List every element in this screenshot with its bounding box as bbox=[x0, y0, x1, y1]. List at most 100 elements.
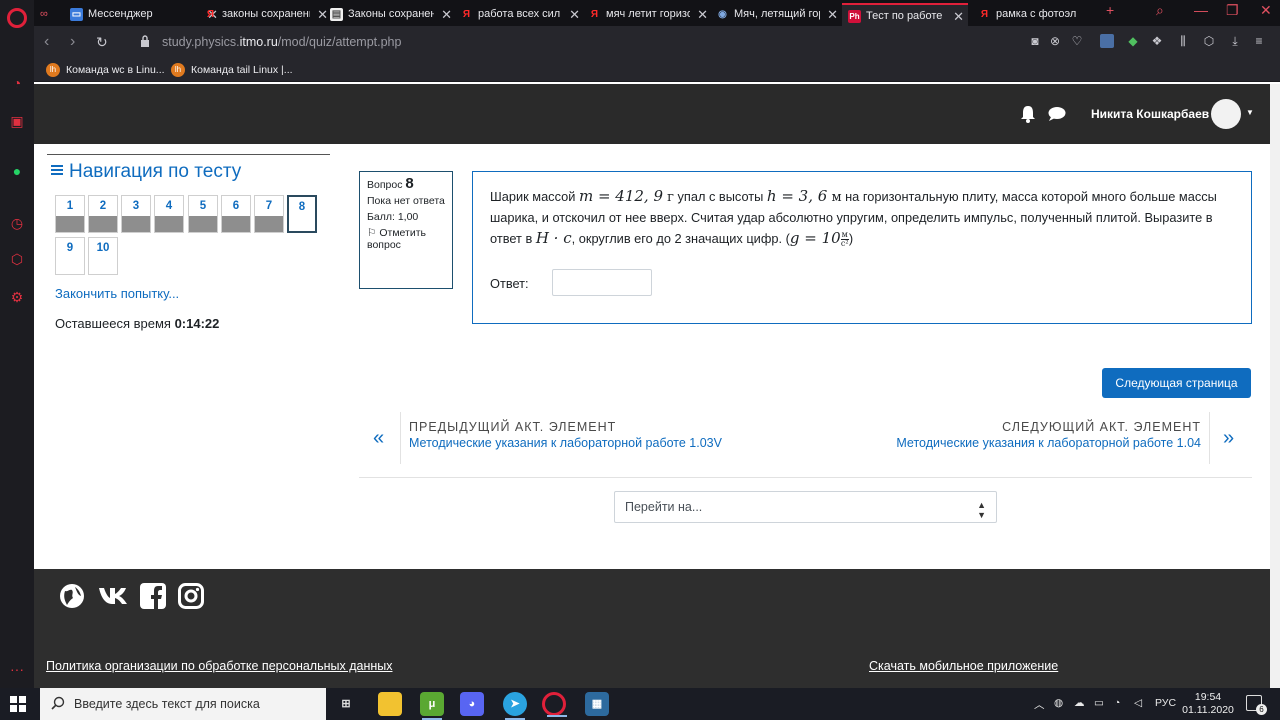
globe-icon[interactable] bbox=[59, 583, 85, 609]
user-name[interactable]: Никита Кошкарбаев bbox=[1091, 107, 1209, 121]
network-icon[interactable]: ◍ bbox=[1054, 697, 1063, 709]
next-page-button[interactable]: Следующая страница bbox=[1102, 368, 1251, 398]
more-options-icon[interactable]: ··· bbox=[8, 660, 26, 678]
yandex-icon: Я bbox=[980, 9, 989, 20]
close-tab-icon[interactable]: ✕ bbox=[827, 3, 838, 26]
settings-gear-icon[interactable]: ⚙ bbox=[8, 288, 26, 306]
volume-icon[interactable]: ◁ bbox=[1134, 697, 1142, 709]
taskbar-search[interactable]: Введите здесь текст для поиска bbox=[40, 688, 326, 720]
tab-yandex-2[interactable]: Яработа всех сил д ✕ bbox=[454, 3, 584, 26]
finish-attempt-link[interactable]: Закончить попытку... bbox=[55, 286, 179, 301]
discord-icon[interactable]: ◕ bbox=[460, 692, 484, 716]
vk-icon[interactable] bbox=[96, 586, 130, 606]
windows-start-icon[interactable] bbox=[10, 696, 26, 712]
restore-icon[interactable]: ❐ bbox=[1226, 2, 1239, 19]
quiz-nav-button-1[interactable]: 1 bbox=[55, 195, 85, 233]
search-tabs-icon[interactable]: ⌕ bbox=[1156, 2, 1164, 19]
flag-question-button[interactable]: ⚐ Отметить вопрос bbox=[367, 227, 445, 251]
quiz-nav-button-3[interactable]: 3 bbox=[121, 195, 151, 233]
privacy-policy-link[interactable]: Политика организации по обработке персон… bbox=[46, 659, 393, 673]
jump-to-select[interactable]: Перейти на... ▲ ▼ bbox=[614, 491, 997, 523]
tab-hidden[interactable]: ∞ bbox=[34, 3, 64, 26]
flag-icon: ⚐ bbox=[367, 227, 377, 239]
opera-sidebar: ◔ ▣ ● ◷ ⬡ ⚙ ··· bbox=[0, 0, 34, 688]
tab-active-quiz[interactable]: PhТест по работе 1.0✕ bbox=[842, 3, 968, 26]
close-tab-icon[interactable]: ✕ bbox=[569, 3, 580, 26]
speed-dial-icon[interactable]: ◔ bbox=[8, 74, 26, 92]
bookmark-tail[interactable]: lh Команда tail Linux |... bbox=[171, 62, 293, 78]
extension-2-icon[interactable]: ◆ bbox=[1126, 34, 1140, 48]
back-arrow-icon[interactable]: ‹ bbox=[44, 33, 49, 51]
minimize-icon[interactable]: — bbox=[1194, 2, 1208, 18]
site-footer: Политика организации по обработке персон… bbox=[34, 569, 1270, 688]
history-icon[interactable]: ◷ bbox=[8, 214, 26, 232]
tab-yandex-1[interactable]: Язаконы сохранения✕ bbox=[198, 3, 332, 26]
menu-icon[interactable]: ≡ bbox=[1252, 34, 1266, 48]
opera-logo-icon[interactable] bbox=[7, 8, 27, 28]
extensions-icon[interactable]: ⬡ bbox=[8, 250, 26, 268]
heart-icon[interactable]: ♡ bbox=[1070, 34, 1084, 48]
quiz-nav-button-9[interactable]: 9 bbox=[55, 237, 85, 275]
quiz-nav-button-7[interactable]: 7 bbox=[254, 195, 284, 233]
block-icon[interactable]: ⊗ bbox=[1048, 34, 1062, 48]
quiz-nav-button-4[interactable]: 4 bbox=[154, 195, 184, 233]
tab-document[interactable]: ▤Законы сохранения✕ bbox=[324, 3, 456, 26]
chevron-down-icon[interactable]: ▼ bbox=[1246, 108, 1254, 117]
tab-yandex-4[interactable]: Ярамка с фотоэлем bbox=[972, 3, 1098, 26]
download-icon[interactable]: ⤓ bbox=[1228, 34, 1242, 48]
quiz-nav-button-10[interactable]: 10 bbox=[88, 237, 118, 275]
url-path: /mod/quiz/attempt.php bbox=[277, 35, 402, 49]
quiz-nav-button-2[interactable]: 2 bbox=[88, 195, 118, 233]
clock[interactable]: 19:54 01.11.2020 bbox=[1182, 691, 1234, 717]
camera-icon[interactable]: ◙ bbox=[1028, 34, 1042, 48]
close-window-icon[interactable]: ✕ bbox=[1260, 2, 1272, 19]
next-activity-link[interactable]: Методические указания к лабораторной раб… bbox=[896, 436, 1201, 450]
reload-icon[interactable]: ↻ bbox=[96, 34, 108, 51]
quiz-nav-button-8[interactable]: 8 bbox=[287, 195, 317, 233]
gravity-expression: g = 10 bbox=[789, 229, 841, 247]
yandex-icon: Я bbox=[462, 9, 471, 20]
new-tab-icon[interactable]: + bbox=[1106, 2, 1114, 18]
divider bbox=[1209, 412, 1210, 464]
answer-field[interactable] bbox=[552, 269, 652, 296]
avatar[interactable] bbox=[1211, 99, 1241, 129]
close-tab-icon[interactable]: ✕ bbox=[953, 5, 964, 26]
quiz-nav-button-6[interactable]: 6 bbox=[221, 195, 251, 233]
twitch-icon[interactable]: ▣ bbox=[8, 112, 26, 130]
battery-icon[interactable]: ▭ bbox=[1094, 697, 1104, 709]
chat-icon[interactable] bbox=[1048, 106, 1066, 122]
equalizer-icon[interactable]: ⫼ bbox=[1176, 34, 1190, 48]
utorrent-icon[interactable]: μ bbox=[420, 692, 444, 720]
lh-icon: lh bbox=[46, 63, 60, 77]
opera-icon[interactable] bbox=[542, 692, 567, 717]
language-indicator[interactable]: РУС bbox=[1155, 697, 1176, 709]
tab-yandex-3[interactable]: Ямяч летит горизон ✕ bbox=[582, 3, 712, 26]
telegram-icon[interactable]: ➤ bbox=[503, 692, 527, 720]
task-view-icon[interactable]: ⊞ bbox=[334, 692, 358, 716]
unit-expression: H · c bbox=[535, 229, 572, 247]
url-field[interactable]: study.physics.itmo.ru/mod/quiz/attempt.p… bbox=[162, 35, 401, 49]
wifi-icon[interactable]: ◔ bbox=[1114, 697, 1120, 709]
file-explorer-icon[interactable] bbox=[378, 692, 402, 716]
extension-3-icon[interactable]: ❖ bbox=[1150, 34, 1164, 48]
cloud-icon[interactable]: ☁ bbox=[1074, 697, 1085, 709]
close-tab-icon[interactable]: ✕ bbox=[697, 3, 708, 26]
previous-activity-link[interactable]: Методические указания к лабораторной раб… bbox=[409, 436, 722, 450]
instagram-icon[interactable] bbox=[178, 583, 204, 609]
facebook-icon[interactable] bbox=[140, 583, 166, 609]
quiz-nav-button-5[interactable]: 5 bbox=[188, 195, 218, 233]
extension-1-icon[interactable] bbox=[1100, 34, 1114, 48]
next-arrow-icon[interactable]: » bbox=[1223, 427, 1234, 450]
close-tab-icon[interactable]: ✕ bbox=[441, 3, 452, 26]
calculator-icon[interactable]: ▦ bbox=[585, 692, 609, 716]
tab-owl[interactable]: ◉ Мяч, летящий гор ✕ bbox=[710, 3, 842, 26]
forward-arrow-icon[interactable]: › bbox=[70, 33, 75, 51]
previous-arrow-icon[interactable]: « bbox=[373, 427, 384, 450]
bell-icon[interactable] bbox=[1020, 105, 1036, 123]
bookmark-wc[interactable]: lh Команда wc в Linu... bbox=[46, 62, 165, 78]
whatsapp-icon[interactable]: ● bbox=[8, 162, 26, 180]
scrollbar[interactable] bbox=[1270, 84, 1280, 688]
cube-icon[interactable]: ⬡ bbox=[1202, 34, 1216, 48]
mobile-app-link[interactable]: Скачать мобильное приложение bbox=[869, 659, 1058, 673]
tray-chevron-icon[interactable]: ︿ bbox=[1034, 697, 1045, 712]
